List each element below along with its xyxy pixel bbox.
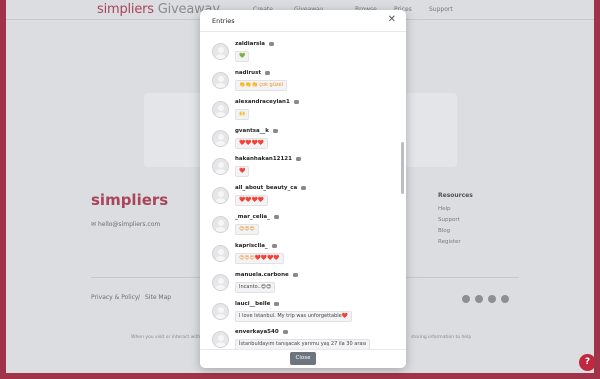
entry-item: hakanhakan12121 ❤️ — [212, 156, 398, 186]
facebook-icon[interactable] — [488, 295, 496, 303]
comment-icon — [264, 70, 270, 75]
entry-comment: 🙌 — [235, 109, 250, 120]
instagram-icon[interactable] — [462, 295, 470, 303]
cookie-notice-left: When you visit or interact with — [131, 335, 201, 340]
resource-link[interactable]: Blog — [438, 228, 450, 234]
mail-icon: ✉ — [91, 221, 98, 228]
entry-item: _mar_celia_ 😍😍😍 — [212, 214, 398, 244]
resource-link[interactable]: Support — [438, 217, 460, 223]
nav-support[interactable]: Support — [429, 6, 453, 13]
entry-username[interactable]: lauci__belle — [235, 301, 280, 307]
frame-border — [0, 373, 600, 379]
comment-icon — [301, 185, 307, 190]
comment-icon — [272, 128, 278, 133]
entry-item: kaprisclla_ 😍😍😍❤️❤️❤️❤️ — [212, 243, 398, 273]
avatar — [212, 274, 229, 291]
entry-username[interactable]: kaprisclla_ — [235, 243, 277, 249]
close-icon[interactable]: ✕ — [388, 14, 396, 25]
comment-icon — [282, 329, 288, 334]
comment-icon — [271, 243, 277, 248]
modal-title: Entries — [212, 17, 235, 25]
entry-item: alexandraceylan1 🙌 — [212, 99, 398, 129]
avatar — [212, 43, 229, 60]
entries-list[interactable]: zaldiarsla 💚 nadirust 👏👏👏 çok güzel alex… — [200, 32, 406, 349]
resource-link[interactable]: Register — [438, 239, 461, 245]
comment-icon — [293, 99, 299, 104]
entry-username[interactable]: hakanhakan12121 — [235, 156, 301, 162]
entry-item: zaldiarsla 💚 — [212, 41, 398, 71]
resource-link[interactable]: Help — [438, 206, 451, 212]
entry-comment: ❤️ — [235, 166, 250, 177]
separator: / — [138, 294, 141, 301]
entry-comment: ❤️❤️❤️❤️ — [235, 138, 268, 149]
frame-border — [594, 0, 600, 379]
privacy-link[interactable]: Privacy & Policy — [91, 294, 138, 301]
entry-username[interactable]: alexandraceylan1 — [235, 99, 299, 105]
entry-username[interactable]: enverkaya540 — [235, 329, 288, 335]
avatar — [212, 130, 229, 147]
modal-footer: Close — [200, 349, 406, 368]
entry-comment: 💚 — [235, 51, 250, 62]
comment-icon — [274, 301, 280, 306]
avatar — [212, 187, 229, 204]
entry-comment: I love Istanbul. My trip was unforgettab… — [235, 311, 352, 322]
entry-item: all_about_beauty_ca ❤️❤️❤️❤️ — [212, 185, 398, 215]
entry-username[interactable]: zaldiarsla — [235, 41, 274, 47]
avatar — [212, 158, 229, 175]
entry-username[interactable]: _mar_celia_ — [235, 214, 279, 220]
resources-title: Resources — [438, 192, 473, 199]
entry-comment: İstanbuldayım tanışacak yarımu yaş 27 il… — [235, 339, 371, 349]
modal-header: Entries ✕ — [200, 10, 406, 32]
entry-username[interactable]: manuela.carbone — [235, 272, 298, 278]
frame-border — [0, 0, 6, 379]
avatar — [212, 216, 229, 233]
entry-comment: ❤️❤️❤️❤️ — [235, 195, 268, 206]
close-button[interactable]: Close — [290, 352, 316, 365]
comment-icon — [295, 156, 301, 161]
comment-icon — [292, 272, 298, 277]
entry-username[interactable]: gvantsa__k — [235, 128, 278, 134]
question-icon: ? — [584, 357, 591, 367]
avatar — [212, 303, 229, 320]
entry-comment: Incanto..😍😍 — [235, 282, 276, 293]
avatar — [212, 101, 229, 118]
entry-item: lauci__belle I love Istanbul. My trip wa… — [212, 301, 398, 331]
sitemap-link[interactable]: Site Map — [145, 294, 171, 301]
scrollbar[interactable] — [401, 142, 404, 194]
twitter-icon[interactable] — [475, 295, 483, 303]
footer-email[interactable]: ✉ hello@simpliers.com — [91, 221, 160, 228]
entry-item: nadirust 👏👏👏 çok güzel — [212, 70, 398, 100]
entry-username[interactable]: nadirust — [235, 70, 270, 76]
entry-comment: 😍😍😍❤️❤️❤️❤️ — [235, 253, 284, 264]
entry-comment: 👏👏👏 çok güzel — [235, 80, 287, 91]
footer-logo[interactable]: simpliers — [91, 191, 168, 209]
entry-item: enverkaya540 İstanbuldayım tanışacak yar… — [212, 329, 398, 349]
entry-comment: 😍😍😍 — [235, 224, 259, 235]
entry-item: gvantsa__k ❤️❤️❤️❤️ — [212, 128, 398, 158]
cookie-notice-right: storing information to help — [411, 335, 472, 340]
avatar — [212, 331, 229, 348]
comment-icon — [268, 41, 274, 46]
comment-icon — [273, 214, 279, 219]
entries-modal: Entries ✕ zaldiarsla 💚 nadirust 👏👏👏 çok … — [200, 10, 406, 368]
avatar — [212, 72, 229, 89]
linkedin-icon[interactable] — [501, 295, 509, 303]
entry-username[interactable]: all_about_beauty_ca — [235, 185, 307, 191]
entry-item: manuela.carbone Incanto..😍😍 — [212, 272, 398, 302]
avatar — [212, 245, 229, 262]
